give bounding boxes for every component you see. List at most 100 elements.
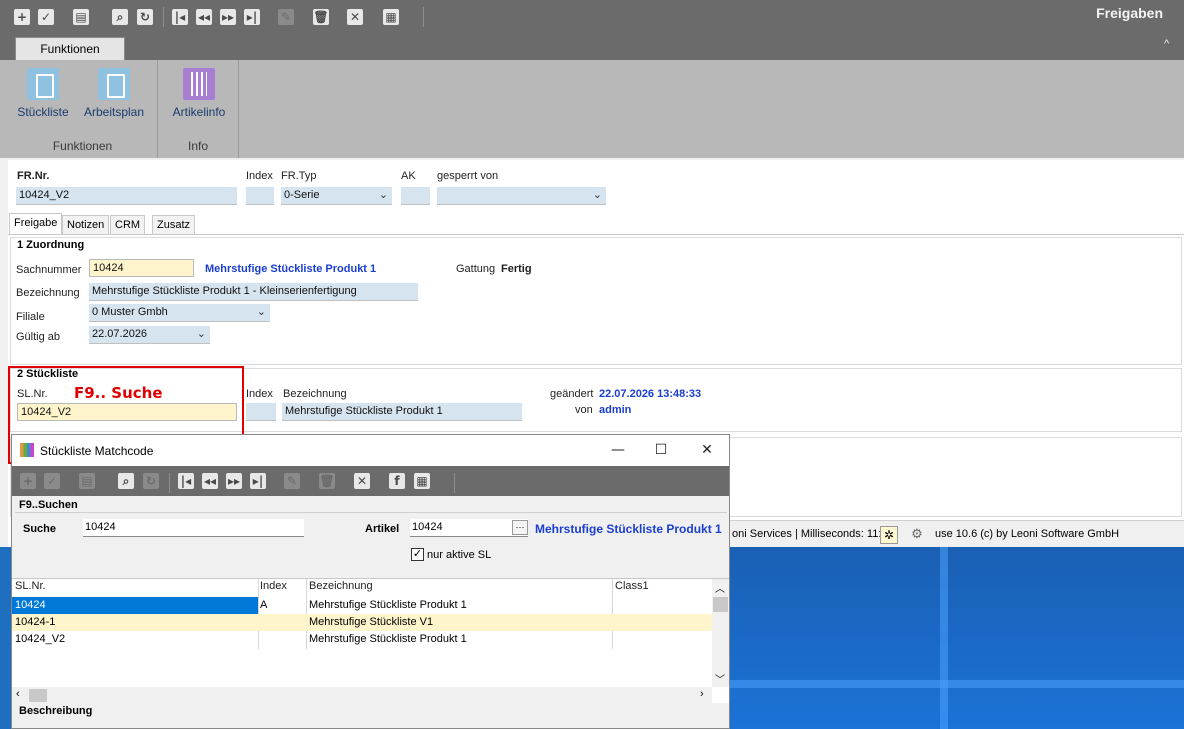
prev-icon[interactable]: ◂◂ — [202, 473, 218, 489]
sun-icon[interactable]: ✲ — [880, 526, 898, 544]
scroll-up-icon[interactable]: ︿ — [715, 580, 725, 595]
von-label: von — [575, 404, 593, 416]
filiale-select[interactable]: 0 Muster Gmbh ⌄ — [89, 304, 270, 322]
edit-icon[interactable]: ✎ — [284, 473, 300, 489]
artikelinfo-button[interactable]: Artikelinfo — [168, 68, 230, 119]
first-icon[interactable]: |◂ — [172, 9, 188, 25]
sl-index-field[interactable] — [246, 403, 276, 421]
check-icon[interactable]: ✓ — [38, 9, 54, 25]
search-icon[interactable]: ⌕ — [112, 9, 128, 25]
column-header-class1[interactable]: Class1 — [615, 580, 649, 592]
gesperrt-select[interactable]: ⌄ — [437, 187, 606, 205]
fr-nr-field[interactable]: 10424_V2 — [16, 187, 237, 205]
toolbar-separator — [169, 473, 170, 493]
check-icon[interactable]: ✓ — [44, 473, 60, 489]
main-toolbar: + ✓ ▤ ⌕ ↻ |◂ ◂◂ ▸▸ ▸| ✎ 🗑 ✕ ▦ Freigaben — [0, 0, 1184, 33]
delete-icon[interactable]: 🗑 — [313, 9, 329, 25]
tab-notizen[interactable]: Notizen — [62, 215, 110, 234]
arbeitsplan-button[interactable]: Arbeitsplan — [82, 68, 146, 119]
minimize-button[interactable]: — — [607, 439, 629, 461]
scroll-left-icon[interactable]: ‹ — [16, 688, 20, 700]
table-row[interactable]: 10424_V2 Mehrstufige Stückliste Produkt … — [12, 631, 712, 648]
column-header-index[interactable]: Index — [260, 580, 287, 592]
suche-input[interactable]: 10424 — [83, 519, 304, 537]
filiale-value: 0 Muster Gmbh — [92, 306, 168, 318]
last-icon[interactable]: ▸| — [250, 473, 266, 489]
horizontal-scrollbar[interactable]: ‹ › — [12, 687, 712, 704]
grid-icon[interactable]: ▦ — [414, 473, 430, 489]
table-row[interactable]: 10424 A Mehrstufige Stückliste Produkt 1 — [12, 597, 712, 614]
tab-zusatz[interactable]: Zusatz — [152, 215, 196, 234]
section-title: 1 Zuordnung — [17, 239, 85, 251]
scroll-thumb[interactable] — [713, 597, 728, 612]
tab-freigabe[interactable]: Freigabe — [9, 213, 63, 234]
status-services: oni Services | Milliseconds: 11: — [732, 528, 882, 540]
nur-aktive-checkbox[interactable]: ✓ — [411, 548, 424, 561]
geaendert-value: 22.07.2026 13:48:33 — [599, 388, 702, 400]
von-value: admin — [599, 404, 632, 416]
scroll-down-icon[interactable]: ﹀ — [715, 671, 725, 686]
sl-bez-field[interactable]: Mehrstufige Stückliste Produkt 1 — [282, 403, 522, 421]
filiale-label: Filiale — [16, 311, 45, 323]
gueltig-select[interactable]: 22.07.2026 ⌄ — [89, 326, 210, 344]
fr-typ-select[interactable]: 0-Serie ⌄ — [281, 187, 392, 205]
next-icon[interactable]: ▸▸ — [226, 473, 242, 489]
ak-field[interactable] — [401, 187, 430, 205]
dialog-title: Stückliste Matchcode — [40, 444, 154, 458]
bezeichnung-field[interactable]: Mehrstufige Stückliste Produkt 1 - Klein… — [89, 283, 418, 301]
scroll-thumb[interactable] — [29, 689, 47, 702]
artikel-description: Mehrstufige Stückliste Produkt 1 — [535, 522, 722, 536]
maximize-button[interactable]: ☐ — [650, 439, 672, 461]
add-icon[interactable]: + — [14, 9, 30, 25]
refresh-icon[interactable]: ↻ — [137, 9, 153, 25]
delete-icon[interactable]: 🗑 — [319, 473, 335, 489]
table-row[interactable]: 10424-1 Mehrstufige Stückliste V1 — [12, 614, 712, 631]
chevron-down-icon: ⌄ — [378, 189, 388, 201]
index-field[interactable] — [246, 187, 274, 205]
close-button[interactable]: ✕ — [696, 439, 718, 461]
edit-icon[interactable]: ✎ — [278, 9, 294, 25]
fr-typ-label: FR.Typ — [281, 170, 317, 182]
geaendert-label: geändert — [550, 388, 594, 400]
grid-icon[interactable]: ▦ — [383, 9, 399, 25]
ribbon-collapse-icon[interactable]: ^ — [1164, 38, 1169, 50]
close-icon[interactable]: ✕ — [354, 473, 370, 489]
network-icon[interactable]: ⚙ — [908, 526, 926, 544]
column-header-bezeichnung[interactable]: Bezeichnung — [309, 580, 373, 592]
search-icon[interactable]: ⌕ — [118, 473, 134, 489]
prev-icon[interactable]: ◂◂ — [196, 9, 212, 25]
print-icon[interactable]: ▤ — [79, 473, 95, 489]
tab-crm[interactable]: CRM — [110, 215, 146, 234]
facebook-icon[interactable]: f — [389, 473, 405, 489]
add-icon[interactable]: + — [20, 473, 36, 489]
artikel-input[interactable]: 10424 ··· — [410, 519, 528, 537]
close-icon[interactable]: ✕ — [347, 9, 363, 25]
artikelinfo-button-label: Artikelinfo — [172, 105, 226, 119]
ak-label: AK — [401, 170, 416, 182]
scroll-right-icon[interactable]: › — [700, 688, 704, 700]
ribbon-group-label: Info — [187, 139, 208, 153]
matchcode-dialog: Stückliste Matchcode — ☐ ✕ + ✓ ▤ ⌕ ↻ |◂ … — [11, 434, 730, 729]
sachnummer-field[interactable]: 10424 — [89, 259, 194, 277]
ribbon: Stückliste Arbeitsplan Funktionen Artike… — [0, 60, 1184, 158]
print-icon[interactable]: ▤ — [73, 9, 89, 25]
gueltig-value: 22.07.2026 — [92, 328, 148, 340]
refresh-icon[interactable]: ↻ — [143, 473, 159, 489]
vertical-scrollbar[interactable]: ︿ ﹀ — [712, 579, 729, 687]
sl-bez-label: Bezeichnung — [283, 388, 347, 400]
artikelinfo-icon — [183, 68, 215, 100]
cell-slnr: 10424-1 — [15, 616, 56, 628]
first-icon[interactable]: |◂ — [178, 473, 194, 489]
last-icon[interactable]: ▸| — [244, 9, 260, 25]
next-icon[interactable]: ▸▸ — [220, 9, 236, 25]
cell-bezeichnung: Mehrstufige Stückliste Produkt 1 — [309, 599, 467, 611]
tab-funktionen[interactable]: Funktionen — [15, 37, 125, 60]
column-header-slnr[interactable]: SL.Nr. — [15, 580, 46, 592]
stueckliste-button[interactable]: Stückliste — [16, 68, 70, 119]
arbeitsplan-icon — [98, 68, 130, 100]
cell-index: A — [260, 599, 268, 611]
lookup-button[interactable]: ··· — [512, 520, 528, 535]
chevron-down-icon: ⌄ — [592, 189, 602, 201]
fr-nr-label: FR.Nr. — [17, 170, 50, 182]
dialog-toolbar: + ✓ ▤ ⌕ ↻ |◂ ◂◂ ▸▸ ▸| ✎ 🗑 ✕ f ▦ — [12, 466, 729, 496]
